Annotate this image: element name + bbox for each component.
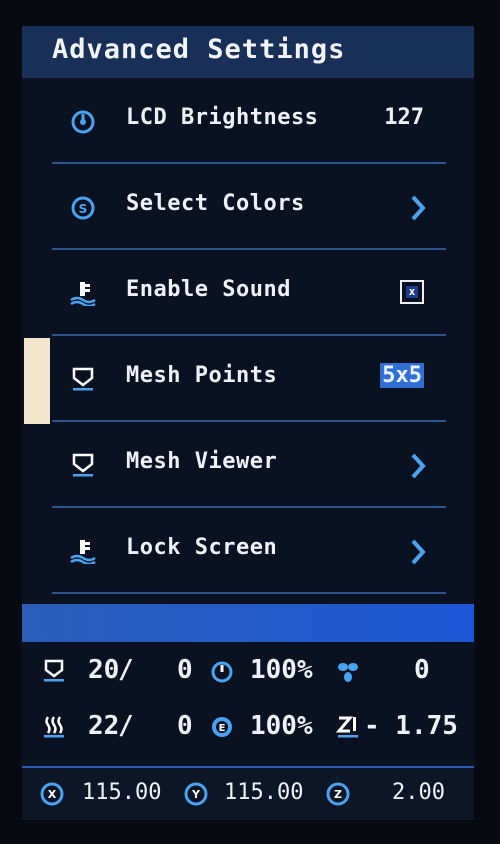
header-bar: Advanced Settings bbox=[22, 26, 474, 78]
menu-item-select-colors[interactable]: S Select Colors bbox=[52, 164, 446, 250]
speed-icon bbox=[211, 661, 233, 683]
mesh-points-value[interactable]: 5x5 bbox=[380, 363, 424, 388]
chevron-right-icon bbox=[411, 453, 426, 479]
menu-item-lock-screen[interactable]: Lock Screen bbox=[52, 508, 446, 594]
sound-checkbox[interactable]: x bbox=[400, 280, 424, 304]
sound-icon bbox=[70, 282, 96, 306]
mesh-icon bbox=[72, 453, 94, 477]
brightness-value: 127 bbox=[384, 105, 424, 130]
z-offset-value: - 1.75 bbox=[364, 711, 458, 741]
z-coordinate: 2.00 bbox=[392, 780, 445, 805]
z-axis-icon: Z bbox=[326, 782, 350, 806]
y-coordinate: 115.00 bbox=[224, 780, 304, 805]
bed-temp-icon bbox=[44, 659, 64, 682]
nozzle-temp-current: 22 bbox=[88, 711, 120, 741]
check-mark-icon: x bbox=[406, 286, 418, 298]
menu-item-mesh-viewer[interactable]: Mesh Viewer bbox=[52, 422, 446, 508]
status-panel: 20 / 0 100% 0 22 / 0 E 100% - 1.75 bbox=[22, 645, 474, 761]
brightness-icon bbox=[71, 110, 95, 134]
status-bar bbox=[22, 604, 474, 642]
svg-text:X: X bbox=[48, 788, 57, 801]
menu-item-lcd-brightness[interactable]: LCD Brightness 127 bbox=[52, 78, 446, 164]
flow-icon: E bbox=[212, 717, 232, 737]
coordinates-bar: X 115.00 Y 115.00 Z 2.00 bbox=[22, 766, 474, 820]
menu-item-enable-sound[interactable]: Enable Sound x bbox=[52, 250, 446, 336]
menu-label: Lock Screen bbox=[126, 535, 278, 560]
menu-label: Enable Sound bbox=[126, 277, 291, 302]
temp-slash: / bbox=[118, 655, 134, 685]
page-title: Advanced Settings bbox=[52, 34, 346, 65]
chevron-right-icon bbox=[411, 195, 426, 221]
flow-percent: 100% bbox=[250, 711, 313, 741]
menu-label: Mesh Points bbox=[126, 363, 278, 388]
chevron-right-icon bbox=[411, 539, 426, 565]
svg-text:S: S bbox=[79, 202, 88, 216]
svg-text:E: E bbox=[219, 723, 226, 734]
x-axis-icon: X bbox=[40, 782, 64, 806]
menu-label: LCD Brightness bbox=[126, 105, 319, 130]
colors-icon: S bbox=[71, 196, 95, 220]
fan-speed: 0 bbox=[414, 655, 430, 685]
y-axis-icon: Y bbox=[184, 782, 208, 806]
z-offset-icon bbox=[336, 716, 358, 738]
speed-percent: 100% bbox=[250, 655, 313, 685]
nozzle-temp-target: 0 bbox=[177, 711, 193, 741]
menu-label: Select Colors bbox=[126, 191, 305, 216]
svg-text:Y: Y bbox=[191, 788, 201, 801]
menu-item-mesh-points[interactable]: Mesh Points 5x5 bbox=[52, 336, 446, 422]
mesh-icon bbox=[72, 367, 94, 391]
menu-label: Mesh Viewer bbox=[126, 449, 278, 474]
nozzle-temp-icon bbox=[44, 716, 64, 738]
svg-text:Z: Z bbox=[334, 788, 342, 801]
bed-temp-target: 0 bbox=[177, 655, 193, 685]
lock-screen-icon bbox=[70, 540, 96, 564]
temp-slash: / bbox=[118, 711, 134, 741]
x-coordinate: 115.00 bbox=[82, 780, 162, 805]
selection-cursor bbox=[24, 338, 50, 424]
bed-temp-current: 20 bbox=[88, 655, 120, 685]
fan-icon bbox=[338, 663, 358, 682]
menu-separator bbox=[52, 592, 446, 594]
